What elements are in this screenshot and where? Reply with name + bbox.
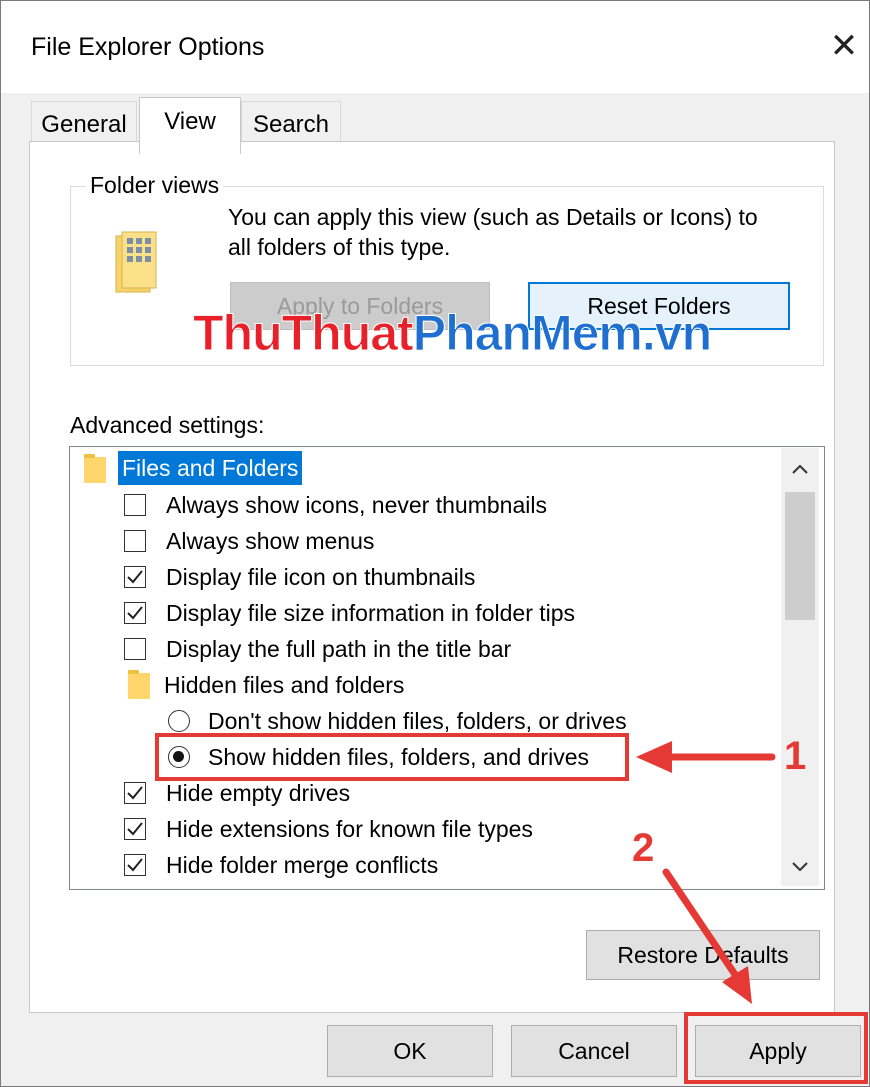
annotation-arrows bbox=[636, 741, 776, 1004]
annotation-step-2: 2 bbox=[632, 826, 655, 870]
annotation-step-1: 1 bbox=[784, 734, 807, 778]
